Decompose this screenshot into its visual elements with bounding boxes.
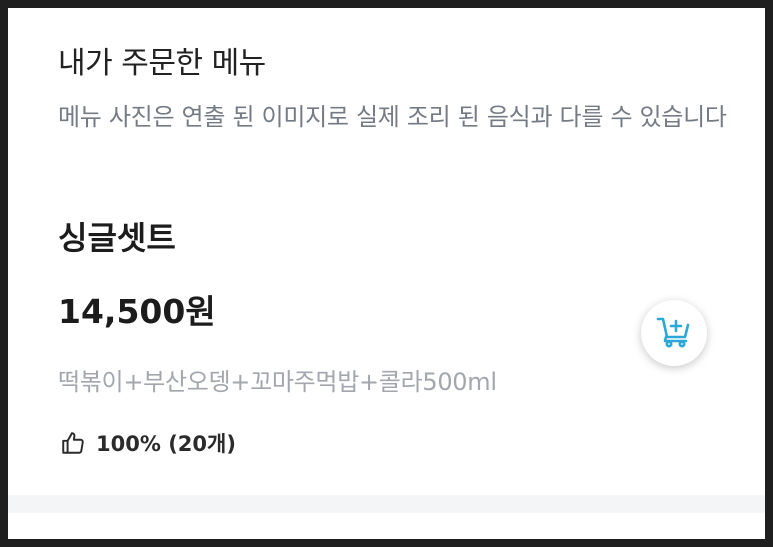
- rating-text: 100% (20개): [96, 432, 236, 456]
- menu-description: 떡볶이+부산오뎅+꼬마주먹밥+콜라500ml: [58, 368, 497, 396]
- rating: 100% (20개): [60, 428, 236, 458]
- image-notice: 메뉴 사진은 연출 된 이미지로 실제 조리 된 음식과 다를 수 있습니다: [58, 103, 727, 131]
- order-menu-card: 내가 주문한 메뉴 메뉴 사진은 연출 된 이미지로 실제 조리 된 음식과 다…: [8, 8, 765, 539]
- add-to-cart-button[interactable]: [641, 300, 707, 366]
- add-to-cart-icon: [656, 313, 692, 353]
- menu-name[interactable]: 싱글셋트: [58, 218, 176, 258]
- thumbs-up-icon: [60, 430, 86, 456]
- section-title: 내가 주문한 메뉴: [58, 46, 266, 81]
- section-divider: [8, 495, 765, 513]
- menu-price: 14,500원: [58, 292, 216, 331]
